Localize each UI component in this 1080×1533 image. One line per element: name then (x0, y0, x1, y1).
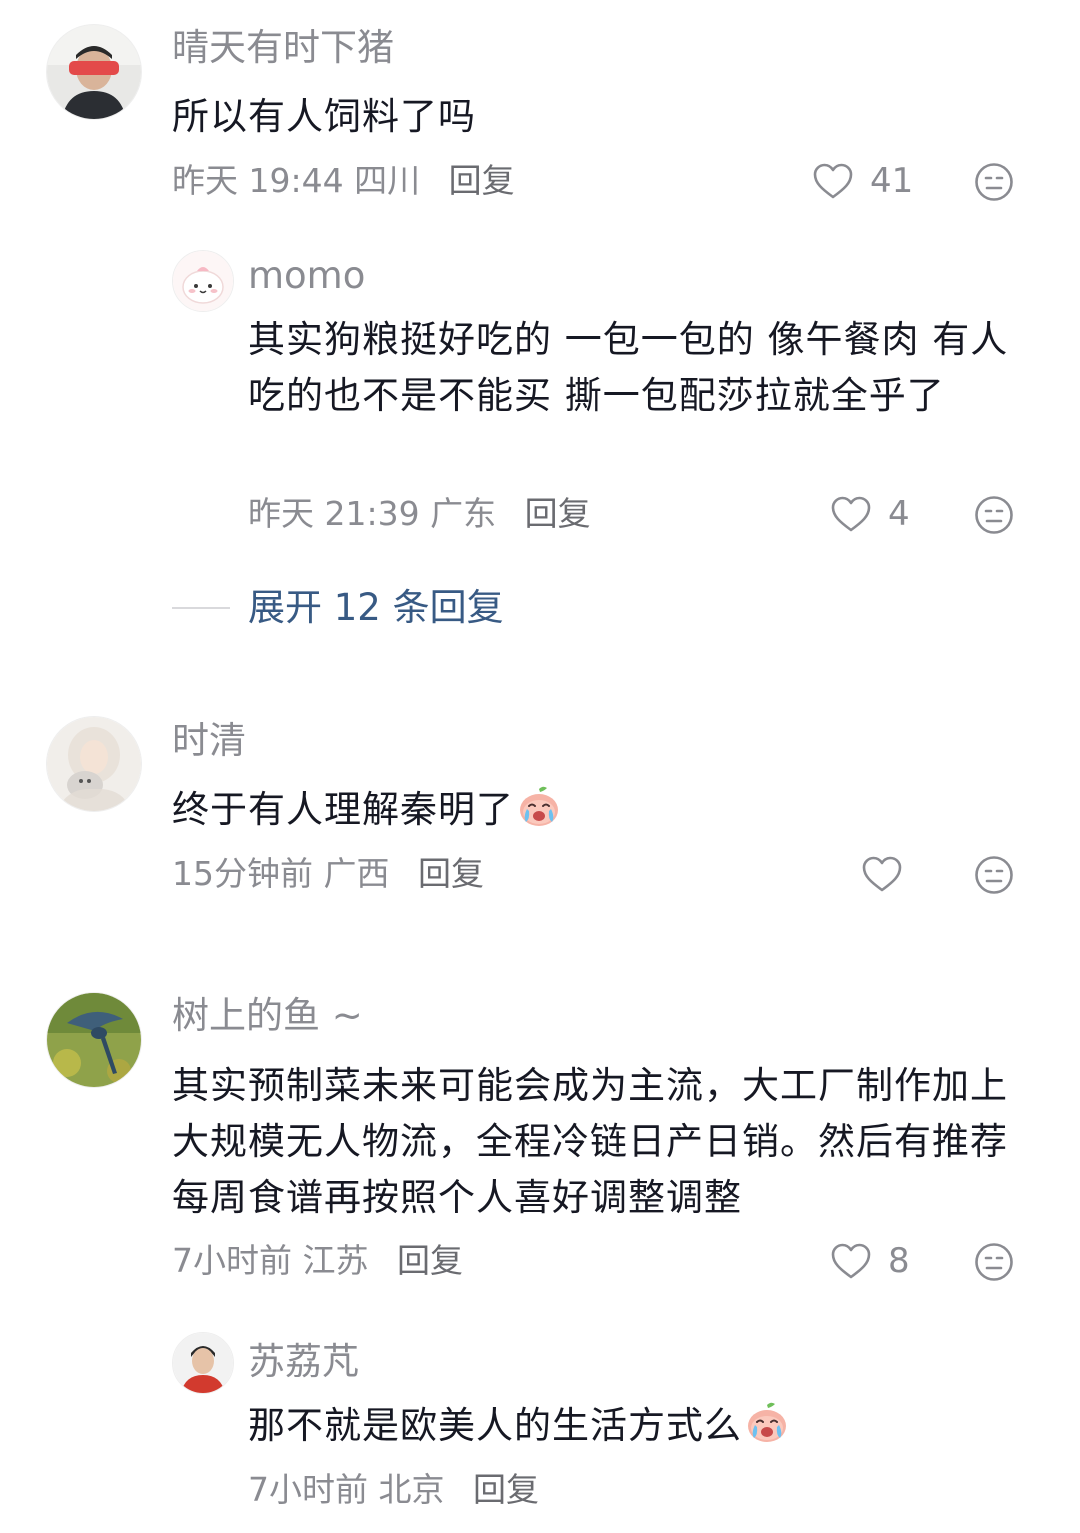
expand-replies-label: 展开 12 条回复 (248, 586, 504, 629)
dislike-button[interactable] (974, 495, 1014, 535)
meh-face-icon (975, 1243, 1013, 1281)
heart-outline-icon (862, 856, 902, 892)
heart-outline-icon (831, 1243, 871, 1279)
comment-location: 广东 (430, 494, 497, 533)
avatar[interactable] (172, 250, 234, 312)
like-count: 41 (870, 161, 914, 201)
comment-meta: 昨天 21:39 广东 回复 (248, 494, 591, 534)
reply-button[interactable]: 回复 (397, 1241, 463, 1280)
reply-button[interactable]: 回复 (525, 494, 591, 533)
comment-time: 昨天 21:39 (248, 494, 420, 533)
comment-meta: 15分钟前 广西 回复 (172, 854, 484, 894)
crying-peach-emoji-icon (516, 784, 562, 830)
man-photo-avatar-icon (173, 1333, 233, 1393)
heart-outline-icon (831, 496, 871, 532)
dislike-button[interactable] (974, 1242, 1014, 1282)
reply-button[interactable]: 回复 (418, 854, 484, 893)
bird-photo-avatar-icon (47, 993, 141, 1087)
avatar[interactable] (46, 992, 142, 1088)
comment-meta: 7小时前 江苏 回复 (172, 1241, 463, 1281)
comment-text: 那不就是欧美人的生活方式么 (248, 1398, 1018, 1454)
avatar[interactable] (46, 716, 142, 812)
expand-replies-button[interactable]: 展开 12 条回复 (172, 584, 504, 632)
user-avatar-photo-icon (47, 25, 141, 119)
comment-location: 北京 (378, 1470, 445, 1509)
divider-line (172, 607, 230, 609)
crying-peach-emoji-icon (744, 1400, 790, 1446)
avatar[interactable] (172, 1332, 234, 1394)
like-button[interactable]: 4 (830, 494, 910, 534)
like-count: 8 (888, 1241, 910, 1281)
username[interactable]: 晴天有时下猪 (172, 26, 394, 70)
comment-meta: 昨天 19:44 四川 回复 (172, 161, 515, 201)
cartoon-bun-avatar-icon (173, 251, 233, 311)
comment-text: 其实狗粮挺好吃的 一包一包的 像午餐肉 有人吃的也不是不能买 撕一包配莎拉就全乎… (248, 318, 1009, 417)
like-button[interactable]: 41 (812, 161, 913, 201)
username[interactable]: 苏荔芃 (248, 1340, 359, 1384)
reply-button[interactable]: 回复 (449, 161, 515, 200)
meh-face-icon (975, 496, 1013, 534)
comment-text: 终于有人理解秦明了 (172, 782, 1012, 838)
comment-meta: 7小时前 北京 回复 (248, 1470, 539, 1510)
comment-text-body: 终于有人理解秦明了 (172, 788, 514, 831)
girl-with-cat-avatar-icon (47, 717, 141, 811)
comment-time: 7小时前 (172, 1241, 292, 1280)
meh-face-icon (975, 856, 1013, 894)
comment-time: 15分钟前 (172, 854, 313, 893)
comment-text: 所以有人饲料了吗 (172, 95, 476, 138)
dislike-button[interactable] (974, 855, 1014, 895)
username[interactable]: 树上的鱼 ~ (172, 994, 363, 1038)
avatar[interactable] (46, 24, 142, 120)
comment-text: 其实预制菜未来可能会成为主流，大工厂制作加上大规模无人物流，全程冷链日产日销。然… (172, 1064, 1008, 1219)
comment-time: 昨天 19:44 (172, 161, 344, 200)
dislike-button[interactable] (974, 162, 1014, 202)
heart-outline-icon (813, 163, 853, 199)
comment-location: 江苏 (302, 1241, 369, 1280)
username[interactable]: 时清 (172, 719, 246, 763)
comment-time: 7小时前 (248, 1470, 368, 1509)
comment-location: 四川 (354, 161, 421, 200)
like-button[interactable] (861, 855, 919, 893)
like-button[interactable]: 8 (830, 1241, 910, 1281)
comment-location: 广西 (323, 854, 390, 893)
reply-button[interactable]: 回复 (473, 1470, 539, 1509)
username[interactable]: momo (248, 254, 365, 298)
meh-face-icon (975, 163, 1013, 201)
like-count: 4 (888, 494, 910, 534)
comment-text-body: 那不就是欧美人的生活方式么 (248, 1404, 742, 1447)
